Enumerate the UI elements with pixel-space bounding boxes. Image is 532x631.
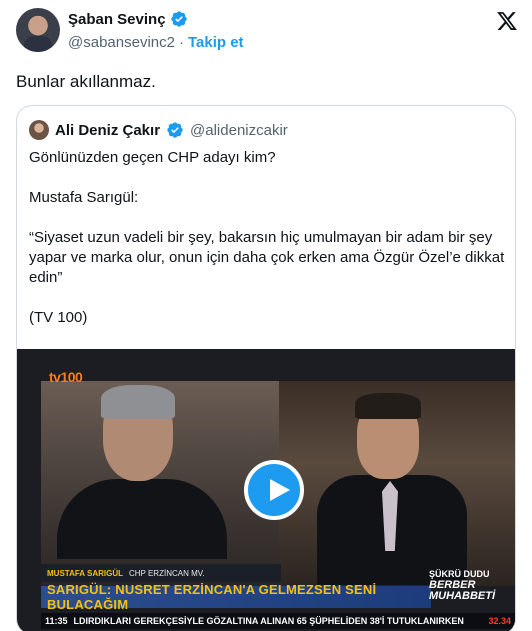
quoted-avatar[interactable] <box>29 120 49 140</box>
quoted-author-name[interactable]: Ali Deniz Çakır <box>55 122 160 139</box>
news-ticker: 11:35 LDIRDIKLARI GEREKÇESİYLE GÖZALTINA… <box>41 613 515 629</box>
x-logo-icon[interactable] <box>496 10 518 32</box>
author-avatar[interactable] <box>16 8 60 52</box>
author-name[interactable]: Şaban Sevinç <box>68 11 166 28</box>
verified-badge-icon <box>170 11 187 27</box>
video-headline: SARIGÜL: NUSRET ERZİNCAN'A GELMEZSEN SEN… <box>41 582 431 612</box>
show-brand-line2: BERBER MUHABBETİ <box>429 579 495 602</box>
quoted-paragraph: Mustafa Sarıgül: <box>29 189 139 206</box>
quoted-paragraph: (TV 100) <box>29 309 88 326</box>
person-right-hair <box>355 393 421 419</box>
show-brand: ŞÜKRÜ DUDU BERBER MUHABBETİ <box>429 569 515 602</box>
quoted-paragraph: Gönlünüzden geçen CHP adayı kim? <box>29 149 276 166</box>
quoted-author-handle[interactable]: @alidenizcakir <box>190 122 288 139</box>
author-row: Şaban Sevinç <box>68 10 188 28</box>
follow-button[interactable]: Takip et <box>188 34 244 51</box>
separator-dot: · <box>178 34 184 51</box>
lower-third: MUSTAFA SARIGÜL CHP ERZİNCAN MV. <box>41 564 281 582</box>
lower-third-sub: CHP ERZİNCAN MV. <box>129 568 205 578</box>
tweet-text: Bunlar akıllanmaz. <box>16 72 156 91</box>
channel-logo: tv100 <box>49 369 83 385</box>
quoted-paragraph: “Siyaset uzun vadeli bir şey, bakarsın h… <box>29 229 505 286</box>
person-left-cape <box>57 479 227 559</box>
video-player[interactable]: tv100 MUSTAFA SARIGÜL CHP ERZİNCAN MV. S… <box>17 349 515 631</box>
quoted-body: Gönlünüzden geçen CHP adayı kim? Mustafa… <box>29 148 505 348</box>
person-left-hair <box>101 385 175 419</box>
quoted-tweet[interactable]: Ali Deniz Çakır @alidenizcakir Gönlünüzd… <box>16 105 516 631</box>
play-icon[interactable] <box>244 460 304 520</box>
author-handle[interactable]: @sabansevinc2 <box>68 34 175 51</box>
ticker-text: LDIRDIKLARI GEREKÇESİYLE GÖZALTINA ALINA… <box>73 616 464 626</box>
ticker-time: 11:35 <box>45 616 68 626</box>
ticker-price: 32.34 <box>488 616 511 626</box>
quoted-header: Ali Deniz Çakır @alidenizcakir <box>29 120 288 140</box>
handle-row: @sabansevinc2 · Takip et <box>68 34 244 51</box>
verified-badge-icon <box>167 122 183 138</box>
lower-third-name: MUSTAFA SARIGÜL <box>47 568 123 578</box>
